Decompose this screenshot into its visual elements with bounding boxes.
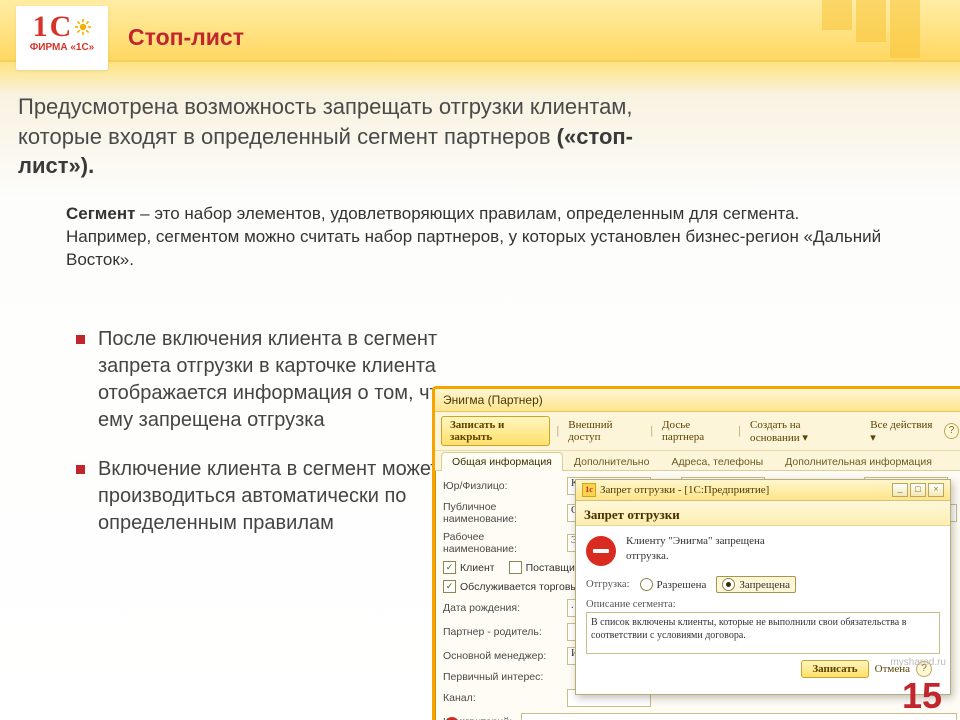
dialog-header: Запрет отгрузки	[576, 501, 950, 526]
tab-additional[interactable]: Дополнительно	[563, 452, 661, 471]
watermark: myshared.ru	[890, 657, 946, 668]
tab-extra[interactable]: Дополнительная информация	[774, 452, 943, 471]
parent-label: Партнер - родитель:	[443, 626, 561, 638]
dialog-save-button[interactable]: Записать	[801, 660, 868, 678]
close-button[interactable]: ×	[928, 483, 944, 497]
window-title: Энигма (Партнер)	[435, 389, 960, 412]
intro-text: Предусмотрена возможность запрещать отгр…	[18, 92, 688, 181]
segdesc-label: Описание сегмента:	[586, 599, 940, 610]
slide-title: Стоп-лист	[128, 26, 244, 49]
partner-card-window: Энигма (Партнер) Записать и закрыть | Вн…	[432, 386, 960, 720]
client-checkbox[interactable]: Клиент	[443, 561, 495, 574]
create-based-link[interactable]: Создать на основании ▾	[747, 419, 855, 444]
birth-label: Дата рождения:	[443, 602, 561, 614]
tab-general[interactable]: Общая информация	[441, 452, 563, 471]
interest-label: Первичный интерес:	[443, 671, 561, 683]
external-access-link[interactable]: Внешний доступ	[565, 419, 644, 443]
manager-label: Основной менеджер:	[443, 650, 561, 662]
all-actions-link[interactable]: Все действия ▾	[867, 419, 938, 444]
segdesc-textarea[interactable]: В список включены клиенты, которые не вы…	[586, 612, 940, 654]
comment-input[interactable]	[521, 713, 957, 720]
comment-label: Комментарий:	[443, 716, 515, 720]
bullet-item: После включения клиента в сегмент запрет…	[74, 326, 454, 434]
pubname-label: Публичное наименование:	[443, 501, 561, 525]
served-checkbox[interactable]: Обслуживается торговым	[443, 580, 585, 593]
dialog-window-title: Запрет отгрузки - [1С:Предприятие]	[600, 484, 888, 496]
toolbar: Записать и закрыть | Внешний доступ | До…	[435, 412, 960, 451]
app-icon: 1c	[582, 483, 596, 497]
help-icon[interactable]: ?	[944, 423, 959, 439]
maximize-button[interactable]: □	[910, 483, 926, 497]
ship-label: Отгрузка:	[586, 579, 630, 590]
supplier-checkbox[interactable]: Поставщик	[509, 561, 580, 574]
brand-name: ФИРМА «1С»	[20, 42, 104, 53]
tab-bar: Общая информация Дополнительно Адреса, т…	[435, 451, 960, 471]
bullet-item: Включение клиента в сегмент может произв…	[74, 456, 454, 537]
jur-label: Юр/Физлицо:	[443, 480, 561, 492]
segment-definition: Сегмент – это набор элементов, удовлетво…	[66, 203, 886, 272]
dialog-message: Клиенту "Энигма" запрещена отгрузка.	[626, 534, 765, 564]
save-close-button[interactable]: Записать и закрыть	[441, 416, 550, 446]
workname-label: Рабочее наименование:	[443, 531, 561, 555]
page-number: 15	[902, 678, 942, 714]
channel-label: Канал:	[443, 692, 561, 704]
dossier-link[interactable]: Досье партнера	[659, 419, 732, 443]
forbidden-icon	[586, 536, 616, 566]
brand-logo: 1C ФИРМА «1С»	[16, 6, 108, 70]
tab-addresses[interactable]: Адреса, телефоны	[660, 452, 774, 471]
radio-allowed[interactable]: Разрешена	[640, 578, 707, 591]
radio-forbidden[interactable]: Запрещена	[716, 576, 796, 593]
minimize-button[interactable]: _	[892, 483, 908, 497]
